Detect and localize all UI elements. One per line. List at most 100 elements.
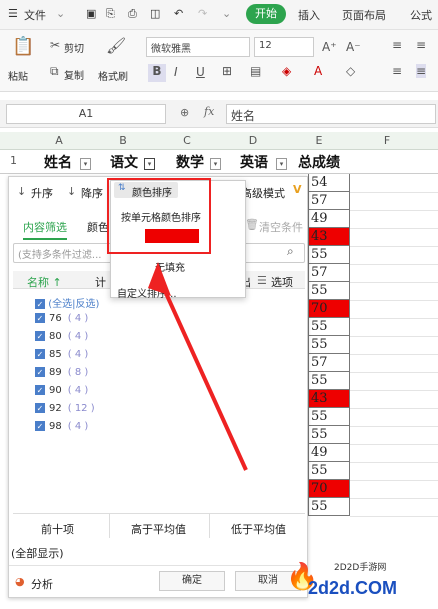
checkbox-checked-icon[interactable]: ✓: [35, 313, 45, 323]
ok-button[interactable]: 确定: [159, 571, 225, 591]
header-math[interactable]: 数学: [176, 152, 204, 172]
table-cell-total[interactable]: 49: [308, 444, 350, 462]
sort-asc-icon[interactable]: ↓: [17, 185, 26, 198]
chevron-down-icon[interactable]: ⌄: [56, 7, 65, 20]
shrink-font-icon[interactable]: A⁻: [346, 40, 361, 54]
table-cell-total[interactable]: 55: [308, 246, 350, 264]
tab-insert[interactable]: 插入: [298, 7, 320, 23]
cut-button[interactable]: 剪切: [64, 40, 84, 55]
format-painter-button[interactable]: 格式刷: [98, 68, 128, 83]
align-top-icon[interactable]: ≡: [392, 38, 402, 52]
table-cell-total[interactable]: 55: [308, 372, 350, 390]
sort-desc-icon[interactable]: ↓: [67, 185, 76, 198]
border-icon[interactable]: ⊞: [222, 64, 232, 78]
header-chinese[interactable]: 语文: [110, 152, 138, 172]
print-icon[interactable]: ⎙: [128, 7, 137, 21]
paste-button[interactable]: 粘贴: [8, 68, 28, 83]
more-icon[interactable]: ⌄: [222, 7, 231, 20]
above-average-button[interactable]: 高于平均值: [131, 521, 186, 537]
tab-content-filter[interactable]: 内容筛选: [23, 219, 67, 240]
list-item[interactable]: ✓ 80 ( 4 ): [35, 331, 88, 342]
tab-formula[interactable]: 公式: [410, 7, 432, 23]
search-icon[interactable]: ⌕: [287, 244, 294, 259]
tab-color-filter[interactable]: 颜色: [87, 219, 109, 235]
clear-conditions-button[interactable]: 清空条件: [259, 219, 303, 235]
table-cell-total[interactable]: 55: [308, 462, 350, 480]
align-left-icon[interactable]: ≡: [392, 64, 402, 78]
list-item[interactable]: ✓ 90 ( 4 ): [35, 385, 88, 396]
paste-icon[interactable]: 📋: [12, 36, 34, 57]
font-name-select[interactable]: 微软雅黑: [146, 37, 250, 57]
sort-desc-button[interactable]: 降序: [81, 185, 103, 201]
fill-style-icon[interactable]: ▤: [250, 64, 261, 78]
zoom-icon[interactable]: ⊕: [180, 106, 189, 119]
table-cell-total[interactable]: 55: [308, 336, 350, 354]
scissors-icon[interactable]: ✂: [50, 38, 60, 52]
select-all-label[interactable]: (全选|反选): [48, 299, 99, 310]
font-size-select[interactable]: 12: [254, 37, 314, 57]
menu-icon[interactable]: ☰: [8, 7, 18, 20]
trash-icon[interactable]: 🗑: [245, 218, 259, 231]
save-icon[interactable]: ▣: [86, 7, 96, 20]
bold-button[interactable]: B: [148, 64, 166, 82]
col-d[interactable]: D: [228, 134, 278, 147]
table-cell-total[interactable]: 57: [308, 192, 350, 210]
table-cell-total[interactable]: 70: [308, 480, 350, 498]
table-cell-total[interactable]: 55: [308, 426, 350, 444]
table-cell-total[interactable]: 55: [308, 408, 350, 426]
table-cell-total[interactable]: 49: [308, 210, 350, 228]
table-cell-total[interactable]: 70: [308, 300, 350, 318]
col-b[interactable]: B: [98, 134, 148, 147]
redo-icon[interactable]: ↷: [198, 7, 207, 20]
col-e[interactable]: E: [294, 134, 344, 147]
tab-start[interactable]: 开始: [246, 4, 286, 24]
list-item[interactable]: ✓ 85 ( 4 ): [35, 349, 88, 360]
fill-color-icon[interactable]: ◈: [282, 64, 291, 78]
below-average-button[interactable]: 低于平均值: [231, 521, 286, 537]
list-item[interactable]: ✓ 92 ( 12 ): [35, 403, 95, 414]
select-all-item[interactable]: ✓ (全选|反选): [35, 295, 99, 310]
list-item[interactable]: ✓ 89 ( 8 ): [35, 367, 88, 378]
col-f[interactable]: F: [362, 134, 412, 147]
col-count[interactable]: 计: [95, 274, 106, 290]
preview-icon[interactable]: ◫: [150, 7, 160, 20]
table-cell-total[interactable]: 57: [308, 264, 350, 282]
table-cell-total[interactable]: 57: [308, 354, 350, 372]
undo-icon[interactable]: ↶: [174, 7, 183, 20]
table-cell-total[interactable]: 55: [308, 498, 350, 516]
menu-file[interactable]: 文件: [24, 7, 46, 23]
row-number[interactable]: 1: [10, 154, 17, 167]
font-color-icon[interactable]: A: [314, 64, 322, 78]
underline-button[interactable]: U: [196, 65, 205, 79]
red-color-swatch[interactable]: [145, 229, 199, 243]
table-cell-total[interactable]: 55: [308, 318, 350, 336]
custom-sort-option[interactable]: 自定义排序...: [117, 285, 177, 300]
pie-chart-icon[interactable]: ◕: [15, 575, 25, 588]
fx-icon[interactable]: fx: [204, 105, 214, 118]
grow-font-icon[interactable]: A⁺: [322, 40, 337, 54]
tab-page-layout[interactable]: 页面布局: [342, 7, 386, 23]
checkbox-checked-icon[interactable]: ✓: [35, 367, 45, 377]
checkbox-checked-icon[interactable]: ✓: [35, 349, 45, 359]
align-middle-icon[interactable]: ≡: [416, 38, 426, 52]
analysis-button[interactable]: 分析: [31, 576, 53, 592]
copy-icon[interactable]: ⧉: [50, 64, 59, 79]
name-box[interactable]: A1: [6, 104, 166, 124]
header-name[interactable]: 姓名: [44, 152, 72, 172]
brush-icon[interactable]: 🖌: [106, 36, 126, 55]
sort-asc-button[interactable]: 升序: [31, 185, 53, 201]
header-english[interactable]: 英语: [240, 152, 268, 172]
table-cell-total[interactable]: 54: [308, 174, 350, 192]
col-c[interactable]: C: [162, 134, 212, 147]
checkbox-checked-icon[interactable]: ✓: [35, 421, 45, 431]
checkbox-checked-icon[interactable]: ✓: [35, 385, 45, 395]
checkbox-checked-icon[interactable]: ✓: [35, 403, 45, 413]
italic-button[interactable]: I: [174, 65, 178, 79]
table-cell-total[interactable]: 43: [308, 228, 350, 246]
checkbox-checked-icon[interactable]: ✓: [35, 299, 45, 309]
list-item[interactable]: ✓ 98 ( 4 ): [35, 421, 88, 432]
align-center-icon[interactable]: ≡: [416, 64, 427, 78]
color-sort-button[interactable]: ⇅ 颜色排序: [114, 182, 178, 199]
copy-button[interactable]: 复制: [64, 67, 84, 82]
export-icon[interactable]: ⎘: [106, 7, 115, 21]
